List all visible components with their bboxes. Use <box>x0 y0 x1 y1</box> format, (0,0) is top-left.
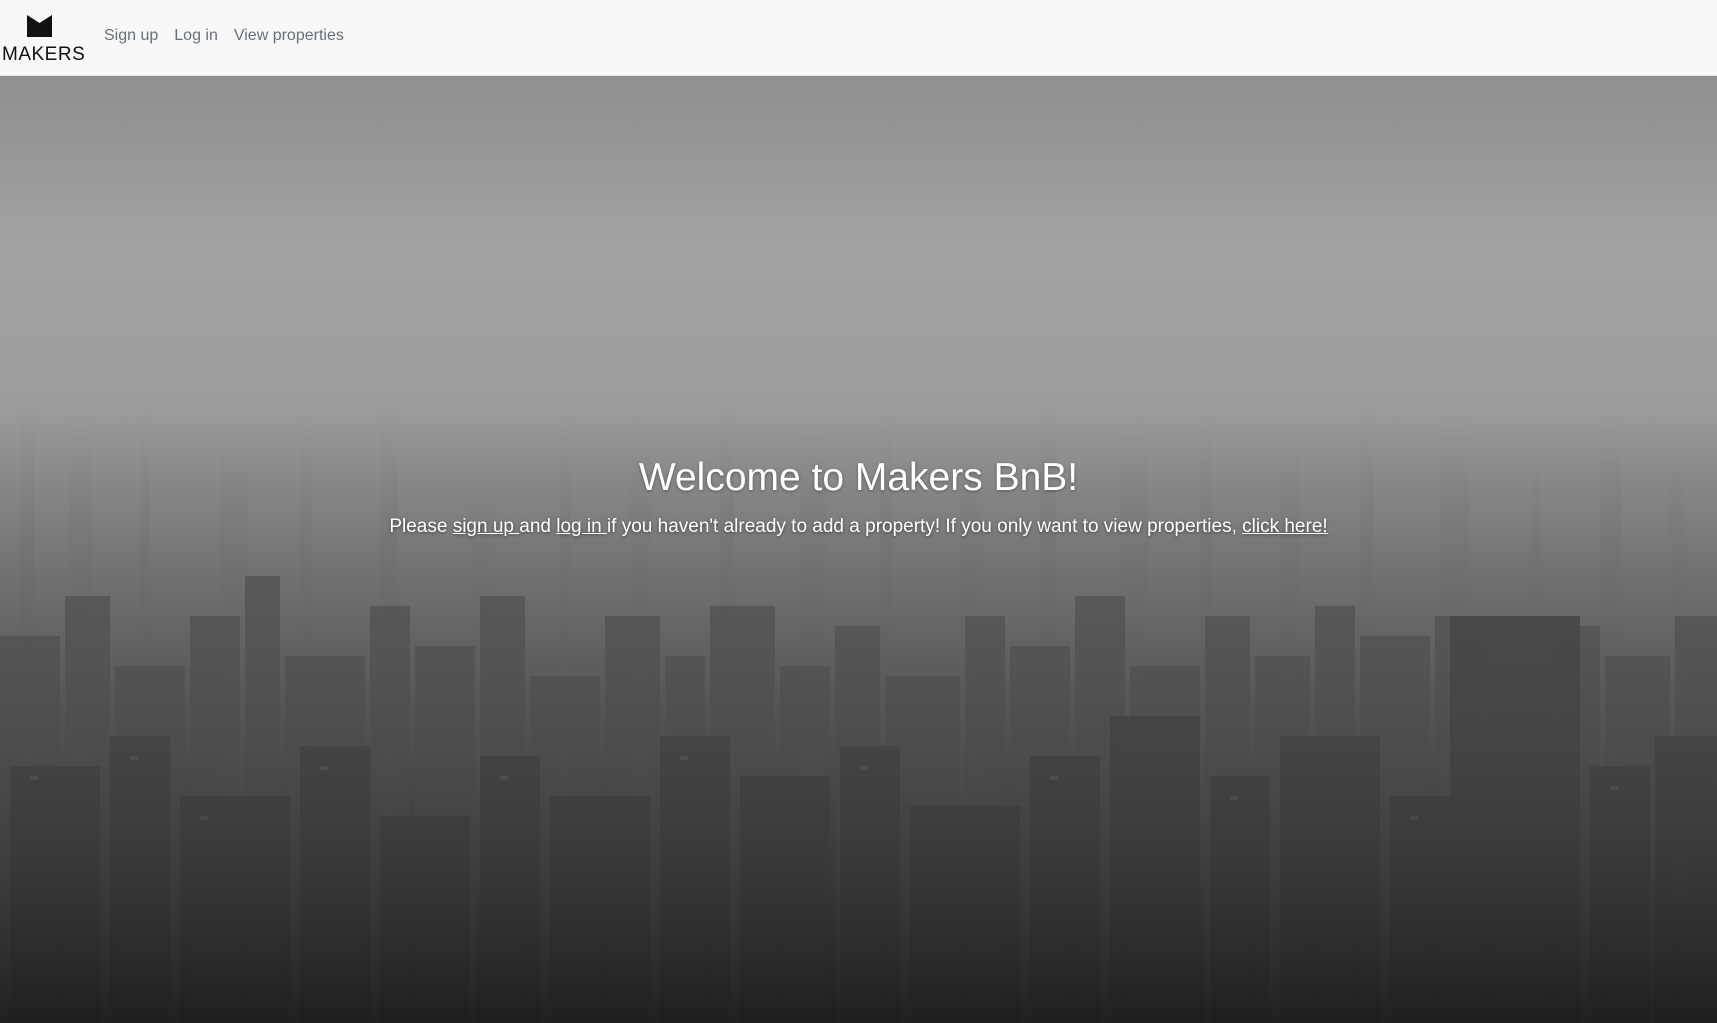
hero-sign-up-link[interactable]: sign up <box>453 516 520 537</box>
nav-view-properties-link[interactable]: View properties <box>234 27 344 45</box>
nav-links: Sign up Log in View properties <box>104 27 344 45</box>
hero-text-middle: if you haven't already to add a property… <box>606 516 1243 537</box>
hero-banner: Welcome to Makers BnB! Please sign up an… <box>0 76 1717 1023</box>
makers-logo-icon <box>27 15 52 37</box>
hero-text-prefix: Please <box>389 516 453 537</box>
nav-log-in-link[interactable]: Log in <box>174 27 218 45</box>
nav-sign-up-link[interactable]: Sign up <box>104 27 158 45</box>
hero-log-in-link[interactable]: log in <box>556 516 607 537</box>
brand-name: MAKERS <box>2 44 86 65</box>
city-skyline-background <box>0 76 1717 1023</box>
hero-title: Welcome to Makers BnB! <box>638 456 1079 499</box>
hero-text: Please sign up and log in if you haven't… <box>0 516 1717 538</box>
hero-click-here-link[interactable]: click here! <box>1242 516 1328 537</box>
hero-text-and: and <box>519 516 557 537</box>
makers-logo[interactable]: MAKERS <box>0 10 85 66</box>
navbar: MAKERS Sign up Log in View properties <box>0 0 1717 76</box>
hero-content: Welcome to Makers BnB! Please sign up an… <box>0 456 1717 538</box>
